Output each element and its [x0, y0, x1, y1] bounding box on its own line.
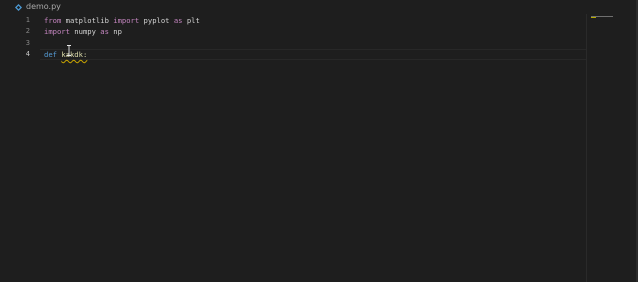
alias-name: np — [113, 27, 122, 36]
line-number: 3 — [25, 39, 30, 47]
file-name-label[interactable]: demo.py — [26, 2, 61, 12]
minimap-warning-mark — [591, 17, 596, 18]
text-cursor-icon — [67, 45, 71, 56]
line-number-gutter[interactable]: 1 2 3 4 — [0, 14, 40, 282]
line-number: 1 — [25, 16, 30, 24]
minimap[interactable] — [586, 14, 631, 282]
import-name: pyplot — [143, 16, 170, 25]
alias-name: plt — [186, 16, 200, 25]
module-name: numpy — [74, 27, 96, 36]
keyword-def: def — [44, 50, 57, 59]
module-name: matplotlib — [65, 16, 109, 25]
line-number-active: 4 — [25, 50, 30, 58]
keyword-import: import — [113, 16, 140, 25]
python-file-icon — [15, 4, 22, 11]
code-editor[interactable]: from matplotlib import pyplot as plt imp… — [40, 14, 586, 282]
keyword-from: from — [44, 16, 62, 25]
code-line-2[interactable]: import numpy as np — [44, 26, 122, 37]
keyword-import: import — [44, 27, 70, 36]
current-line-highlight — [40, 49, 586, 60]
line-number: 2 — [25, 27, 30, 35]
keyword-as: as — [173, 16, 183, 25]
breadcrumb: demo.py — [0, 0, 638, 14]
code-line-1[interactable]: from matplotlib import pyplot as plt — [44, 15, 200, 26]
keyword-as: as — [100, 27, 109, 36]
